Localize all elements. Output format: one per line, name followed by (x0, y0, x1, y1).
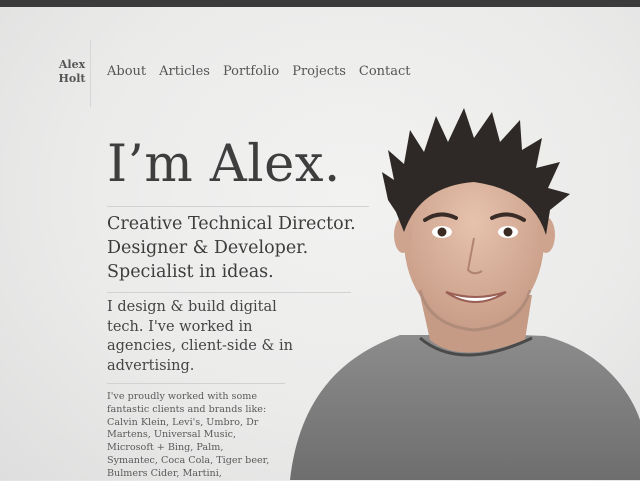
site-logo[interactable]: Alex Holt (52, 58, 92, 86)
logo-last-name: Holt (58, 72, 86, 85)
nav-projects-link[interactable]: Projects (292, 64, 346, 79)
nav-contact-link[interactable]: Contact (359, 64, 411, 79)
logo-first-name: Alex (58, 58, 86, 71)
nav-about-link[interactable]: About (107, 64, 146, 79)
main-nav: About Articles Portfolio Projects Contac… (107, 64, 411, 79)
portrait-photo (290, 108, 640, 480)
logo-divider (90, 40, 91, 107)
clients-text: I've proudly worked with some fantastic … (107, 391, 270, 479)
nav-articles-link[interactable]: Articles (159, 64, 210, 79)
top-bar (0, 0, 640, 7)
divider (107, 383, 285, 384)
nav-portfolio-link[interactable]: Portfolio (223, 64, 279, 79)
